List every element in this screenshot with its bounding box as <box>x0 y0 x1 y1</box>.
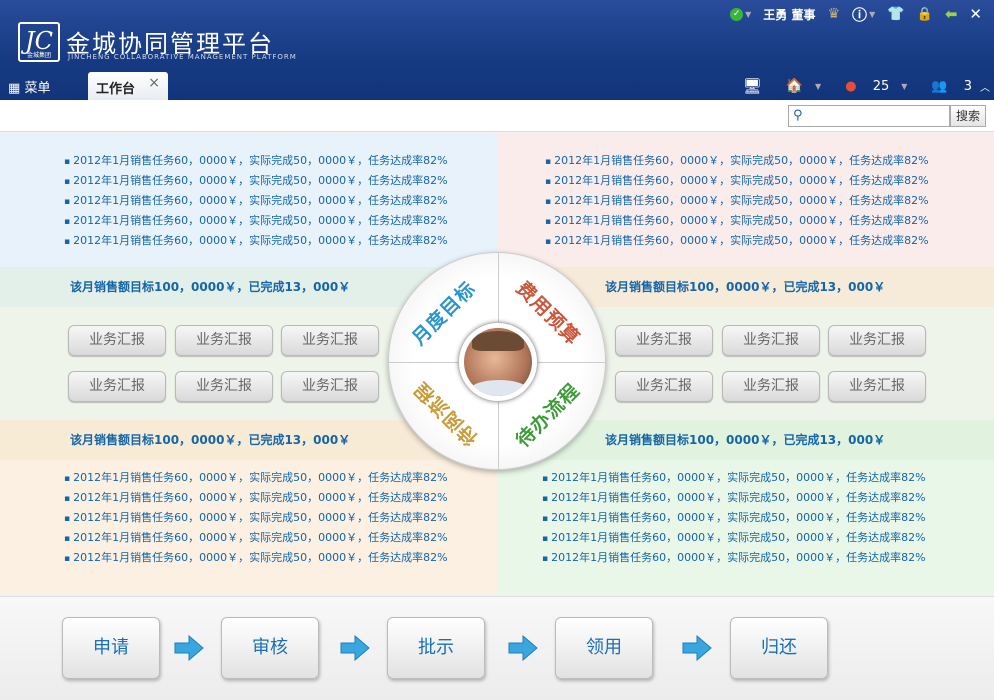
users-icon: 👥 <box>931 78 948 94</box>
report-button[interactable]: 业务汇报 <box>615 325 713 356</box>
report-button[interactable]: 业务汇报 <box>175 325 273 356</box>
list-top-right: 2012年1月销售任务60，0000￥，实际完成50，0000￥，任务达成率82… <box>545 151 928 251</box>
list-item[interactable]: 2012年1月销售任务60，0000￥，实际完成50，0000￥，任务达成率82… <box>545 231 928 251</box>
list-item[interactable]: 2012年1月销售任务60，0000￥，实际完成50，0000￥，任务达成率82… <box>64 528 447 548</box>
step-receive[interactable]: 领用 <box>555 617 653 679</box>
list-item[interactable]: 2012年1月销售任务60，0000￥，实际完成50，0000￥，任务达成率82… <box>545 211 928 231</box>
users-menu[interactable]: 👥 3 <box>919 79 972 94</box>
help-menu[interactable]: ⓘ ▼ <box>852 4 875 25</box>
list-item[interactable]: 2012年1月销售任务60，0000￥，实际完成50，0000￥，任务达成率82… <box>542 528 925 548</box>
search-button[interactable]: 搜索 <box>950 105 986 127</box>
sales-target-top-left: 该月销售额目标100，0000￥，已完成13，000￥ <box>70 280 351 294</box>
report-button[interactable]: 业务汇报 <box>828 325 926 356</box>
skin-icon[interactable]: 👕 <box>887 6 904 22</box>
tab-close-icon[interactable]: × <box>148 75 160 91</box>
user-name[interactable]: 王勇 董事 <box>763 6 815 23</box>
step-return[interactable]: 归还 <box>730 617 828 679</box>
crown-icon[interactable]: ♛ <box>827 6 840 22</box>
lock-icon[interactable]: 🔒 <box>917 7 933 22</box>
list-item[interactable]: 2012年1月销售任务60，0000￥，实际完成50，0000￥，任务达成率82… <box>542 468 925 488</box>
search-bar: ⚲ 搜索 <box>0 100 994 132</box>
users-count: 3 <box>963 78 972 94</box>
list-item[interactable]: 2012年1月销售任务60，0000￥，实际完成50，0000￥，任务达成率82… <box>64 508 447 528</box>
list-item[interactable]: 2012年1月销售任务60，0000￥，实际完成50，0000￥，任务达成率82… <box>545 171 928 191</box>
collapse-icon[interactable]: ︿ <box>980 79 990 94</box>
online-status[interactable]: ✓ ▼ <box>730 7 752 21</box>
back-arrow-icon[interactable]: ⬅ <box>945 5 958 23</box>
right-toolbar: 🖥 🏠 ▼ ● 25 ▼ 👥 3 ︿ <box>731 77 990 95</box>
step-review[interactable]: 审核 <box>221 617 319 679</box>
report-button[interactable]: 业务汇报 <box>722 325 820 356</box>
list-item[interactable]: 2012年1月销售任务60，0000￥，实际完成50，0000￥，任务达成率82… <box>545 191 928 211</box>
chevron-down-icon: ▼ <box>901 81 908 91</box>
search-icon: ⚲ <box>793 108 803 123</box>
user-bar: ✓ ▼ 王勇 董事 ♛ ⓘ ▼ 👕 🔒 ⬅ ✕ <box>730 4 994 24</box>
list-bottom-left: 2012年1月销售任务60，0000￥，实际完成50，0000￥，任务达成率82… <box>64 468 447 568</box>
info-icon: ⓘ <box>852 5 868 24</box>
list-item[interactable]: 2012年1月销售任务60，0000￥，实际完成50，0000￥，任务达成率82… <box>64 231 447 251</box>
monitor-icon[interactable]: 🖥 <box>743 77 762 95</box>
step-approve[interactable]: 批示 <box>387 617 485 679</box>
step-apply[interactable]: 申请 <box>62 617 160 679</box>
list-item[interactable]: 2012年1月销售任务60，0000￥，实际完成50，0000￥，任务达成率82… <box>64 151 447 171</box>
user-photo <box>464 328 532 396</box>
home-icon: 🏠 <box>785 78 804 94</box>
user-photo-hair <box>472 331 524 351</box>
bell-icon: ● <box>845 78 857 94</box>
search-field[interactable] <box>809 107 947 125</box>
sales-target-top-right: 该月销售额目标100，0000￥，已完成13，000￥ <box>605 280 886 294</box>
list-bottom-right: 2012年1月销售任务60，0000￥，实际完成50，0000￥，任务达成率82… <box>542 468 925 568</box>
arrow-right-icon <box>340 635 370 661</box>
menu-button[interactable]: ▦ 菜单 <box>8 77 50 96</box>
report-button[interactable]: 业务汇报 <box>281 325 379 356</box>
list-item[interactable]: 2012年1月销售任务60，0000￥，实际完成50，0000￥，任务达成率82… <box>542 548 925 568</box>
list-item[interactable]: 2012年1月销售任务60，0000￥，实际完成50，0000￥，任务达成率82… <box>64 211 447 231</box>
avatar[interactable] <box>458 322 538 402</box>
home-menu[interactable]: 🏠 ▼ <box>774 78 822 94</box>
list-item[interactable]: 2012年1月销售任务60，0000￥，实际完成50，0000￥，任务达成率82… <box>64 548 447 568</box>
list-item[interactable]: 2012年1月销售任务60，0000￥，实际完成50，0000￥，任务达成率82… <box>64 468 447 488</box>
status-check-icon: ✓ <box>730 7 744 21</box>
report-button[interactable]: 业务汇报 <box>281 371 379 402</box>
sales-target-bottom-right: 该月销售额目标100，0000￥，已完成13，000￥ <box>605 433 886 447</box>
list-item[interactable]: 2012年1月销售任务60，0000￥，实际完成50，0000￥，任务达成率82… <box>64 171 447 191</box>
company-logo: JC 金城集团 <box>18 22 60 62</box>
arrow-right-icon <box>682 635 712 661</box>
arrow-right-icon <box>174 635 204 661</box>
report-button[interactable]: 业务汇报 <box>68 325 166 356</box>
navigation-wheel: 月度目标 费用预算 待阅流程 待办流程 <box>388 252 606 470</box>
arrow-right-icon <box>508 635 538 661</box>
report-button[interactable]: 业务汇报 <box>722 371 820 402</box>
tab-bar: ▦ 菜单 工作台 × 🖥 🏠 ▼ ● 25 ▼ 👥 3 ︿ <box>0 72 994 100</box>
tab-workbench[interactable]: 工作台 × <box>88 72 168 100</box>
grid-icon: ▦ <box>8 81 21 96</box>
sales-target-bottom-left: 该月销售额目标100，0000￥，已完成13，000￥ <box>70 433 351 447</box>
chevron-down-icon: ▼ <box>745 9 752 19</box>
messages-count: 25 <box>872 78 890 94</box>
close-icon[interactable]: ✕ <box>969 5 982 23</box>
user-photo-shirt <box>470 380 528 396</box>
report-button[interactable]: 业务汇报 <box>615 371 713 402</box>
process-flow: 申请 审核 批示 领用 归还 <box>0 596 994 700</box>
app-header: JC 金城集团 金城协同管理平台 JINCHENG COLLABORATIVE M… <box>0 0 994 100</box>
report-button[interactable]: 业务汇报 <box>68 371 166 402</box>
list-item[interactable]: 2012年1月销售任务60，0000￥，实际完成50，0000￥，任务达成率82… <box>64 191 447 211</box>
chevron-down-icon: ▼ <box>815 81 822 91</box>
app-subtitle: JINCHENG COLLABORATIVE MANAGEMENT PLATFO… <box>68 53 297 61</box>
list-top-left: 2012年1月销售任务60，0000￥，实际完成50，0000￥，任务达成率82… <box>64 151 447 251</box>
list-item[interactable]: 2012年1月销售任务60，0000￥，实际完成50，0000￥，任务达成率82… <box>542 488 925 508</box>
chevron-down-icon: ▼ <box>869 9 876 19</box>
messages-menu[interactable]: ● 25 ▼ <box>833 79 907 94</box>
report-button[interactable]: 业务汇报 <box>828 371 926 402</box>
list-item[interactable]: 2012年1月销售任务60，0000￥，实际完成50，0000￥，任务达成率82… <box>542 508 925 528</box>
report-button[interactable]: 业务汇报 <box>175 371 273 402</box>
list-item[interactable]: 2012年1月销售任务60，0000￥，实际完成50，0000￥，任务达成率82… <box>545 151 928 171</box>
list-item[interactable]: 2012年1月销售任务60，0000￥，实际完成50，0000￥，任务达成率82… <box>64 488 447 508</box>
search-input[interactable]: ⚲ <box>788 105 950 127</box>
